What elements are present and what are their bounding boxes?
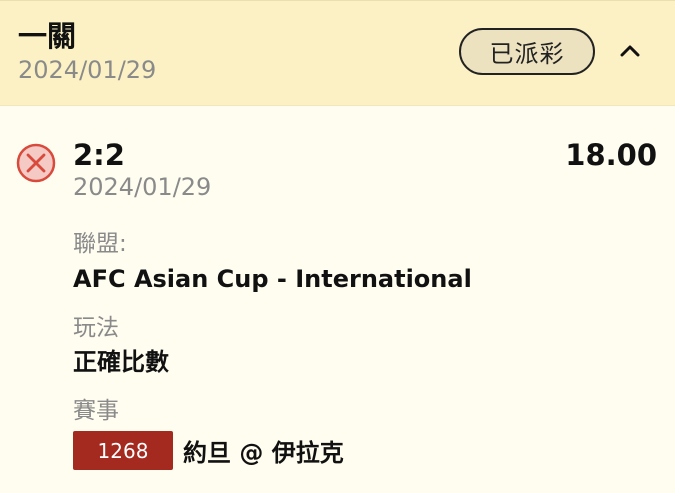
collapse-toggle-button[interactable]	[612, 33, 648, 69]
match-date: 2024/01/29	[73, 173, 212, 201]
match-code-badge: 1268	[73, 431, 173, 470]
bet-type-label: 玩法	[73, 315, 119, 341]
odds-value: 18.00	[565, 138, 657, 172]
match-name: 約旦 @ 伊拉克	[183, 439, 344, 467]
bet-record-card: 一關 2024/01/29 已派彩 2:2 18.00 2024/01/29 聯…	[0, 0, 675, 493]
league-label: 聯盟:	[73, 231, 127, 257]
bet-type-title: 一關	[18, 19, 77, 53]
bet-type-value: 正確比數	[73, 348, 169, 376]
league-value: AFC Asian Cup - International	[73, 265, 472, 293]
x-circle-icon	[16, 143, 56, 183]
bet-header[interactable]: 一關 2024/01/29 已派彩	[0, 0, 675, 106]
bet-date: 2024/01/29	[18, 56, 157, 84]
event-label: 賽事	[73, 398, 119, 424]
event-row: 1268 約旦 @ 伊拉克	[73, 431, 344, 470]
chevron-up-icon	[620, 45, 640, 57]
status-badge: 已派彩	[459, 28, 595, 75]
score-selection: 2:2	[73, 138, 125, 172]
